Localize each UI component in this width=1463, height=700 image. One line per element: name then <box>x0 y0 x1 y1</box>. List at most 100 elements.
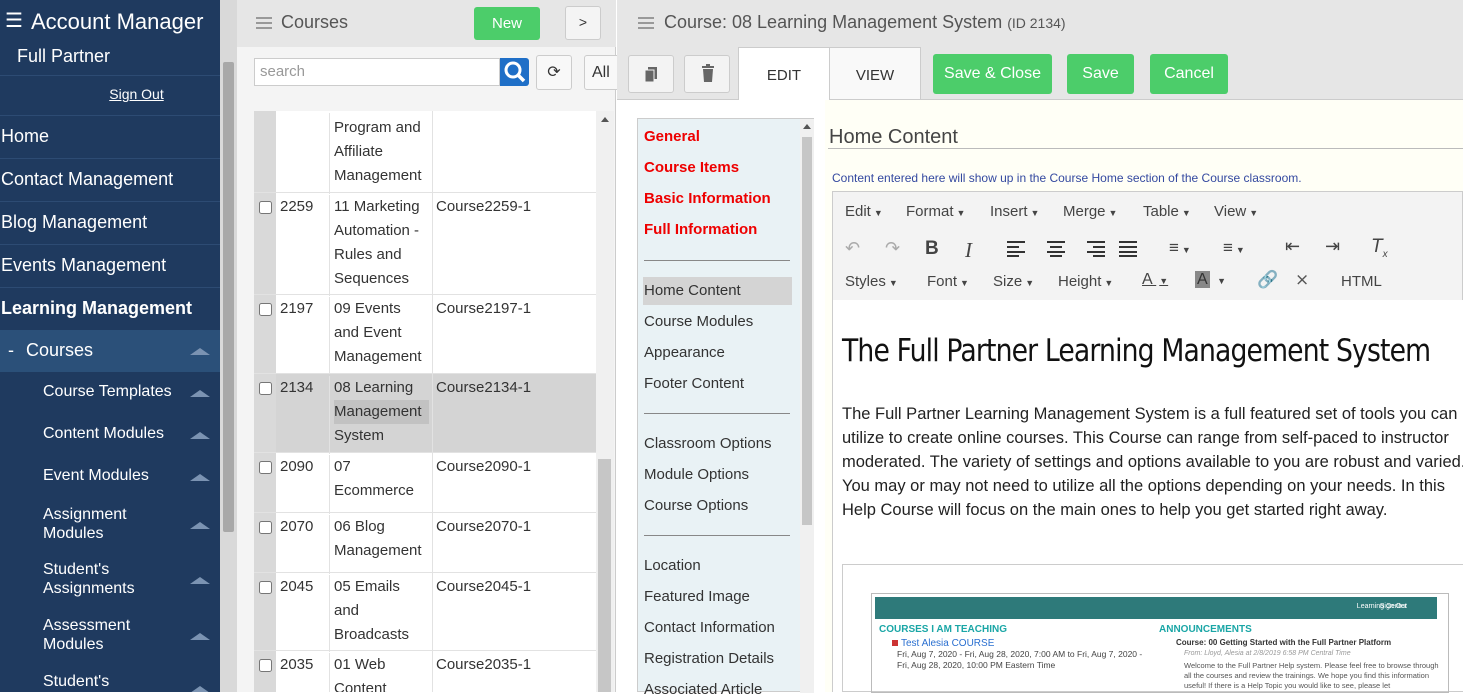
nav-assignment-modules[interactable]: Assignment Modules <box>0 505 170 543</box>
cancel-button[interactable]: Cancel <box>1150 54 1228 94</box>
nav-event-modules[interactable]: Event Modules <box>0 466 220 485</box>
align-icons[interactable] <box>1007 241 1137 257</box>
tab-view[interactable]: VIEW <box>829 47 921 100</box>
new-course-button[interactable]: New <box>474 7 540 40</box>
text-color-icon[interactable]: A ▼ <box>1142 271 1168 289</box>
section-registration-details[interactable]: Registration Details <box>644 649 774 669</box>
search-input[interactable]: search <box>254 58 500 86</box>
nav-course-templates[interactable]: Course Templates <box>0 382 220 401</box>
menu-edit[interactable]: Edit ▼ <box>845 203 883 220</box>
section-appearance[interactable]: Appearance <box>644 343 725 363</box>
delete-button[interactable] <box>684 55 730 93</box>
numbered-list-icon[interactable]: ≡ ▼ <box>1223 238 1245 258</box>
nav-learning-management[interactable]: Learning Management <box>0 287 220 330</box>
nav-students-assignments[interactable]: Student's Assignments <box>0 560 220 598</box>
nav-students[interactable]: Student's <box>0 672 220 691</box>
section-classroom-options[interactable]: Classroom Options <box>644 434 772 454</box>
menu-insert[interactable]: Insert ▼ <box>990 203 1039 220</box>
section-content: Home Content Content entered here will s… <box>825 100 1463 693</box>
doc-paragraph: The Full Partner Learning Management Sys… <box>842 405 1463 519</box>
row-checkbox[interactable] <box>259 461 272 474</box>
sidebar-scrollbar[interactable] <box>220 0 237 692</box>
save-button[interactable]: Save <box>1067 54 1134 94</box>
section-featured-image[interactable]: Featured Image <box>644 587 750 607</box>
section-course-options[interactable]: Course Options <box>644 496 748 516</box>
undo-icon[interactable]: ↶ <box>845 238 860 259</box>
nav-home[interactable]: Home <box>0 115 220 158</box>
nav-courses[interactable]: - Courses <box>0 330 220 372</box>
row-checkbox[interactable] <box>259 382 272 395</box>
nav-events-management[interactable]: Events Management <box>0 244 220 287</box>
section-course-items[interactable]: Course Items <box>644 158 739 178</box>
section-associated-article[interactable]: Associated Article <box>644 680 762 700</box>
section-nav: General Course Items Basic Information F… <box>637 118 814 698</box>
nav-label: Assignment Modules <box>43 506 127 542</box>
row-checkbox[interactable] <box>259 303 272 316</box>
table-row[interactable]: 2259 11 Marketing Automation - Rules and Se… <box>254 193 597 296</box>
section-footer-content[interactable]: Footer Content <box>644 374 744 394</box>
unlink-icon[interactable]: ⨯ <box>1295 270 1309 290</box>
table-row-selected[interactable]: 2134 08 Learning Management System Course2… <box>254 374 597 454</box>
menu-format[interactable]: Format ▼ <box>906 203 965 220</box>
tab-edit[interactable]: EDIT <box>738 47 830 101</box>
panel-menu-icon[interactable] <box>256 17 272 29</box>
table-row[interactable]: 2045 05 Emails and Broadcasts Course2045-1 <box>254 573 597 652</box>
section-module-options[interactable]: Module Options <box>644 465 749 485</box>
row-code: Course2070-1 <box>432 513 531 572</box>
background-color-icon[interactable]: A ▼ <box>1195 271 1226 289</box>
nav-content-modules[interactable]: Content Modules <box>0 424 220 443</box>
section-general[interactable]: General <box>644 127 700 147</box>
outdent-icon[interactable]: ⇤ <box>1285 236 1300 257</box>
menu-size[interactable]: Size ▼ <box>993 273 1034 290</box>
bullet-list-icon[interactable]: ≡ ▼ <box>1169 238 1191 258</box>
all-filter-button[interactable]: All <box>584 55 620 90</box>
table-row[interactable]: 2070 06 Blog Management Course2070-1 <box>254 513 597 574</box>
copy-button[interactable] <box>628 55 674 93</box>
menu-font[interactable]: Font ▼ <box>927 273 969 290</box>
refresh-button[interactable]: ⟳ <box>536 55 572 90</box>
menu-merge[interactable]: Merge ▼ <box>1063 203 1117 220</box>
editor-menu-icon[interactable] <box>638 17 654 29</box>
clear-format-icon[interactable]: Tx <box>1371 236 1388 260</box>
bold-icon[interactable]: B <box>925 238 939 260</box>
nav-contact-management[interactable]: Contact Management <box>0 158 220 201</box>
html-button[interactable]: HTML <box>1341 273 1382 290</box>
row-id <box>278 113 330 194</box>
section-contact-information[interactable]: Contact Information <box>644 618 775 638</box>
table-scrollbar[interactable] <box>596 111 614 692</box>
expand-button[interactable]: > <box>565 6 601 40</box>
table-row[interactable]: Program and Affiliate Management <box>254 111 597 194</box>
menu-icon[interactable]: ☰ <box>5 10 23 32</box>
search-button[interactable] <box>500 58 529 86</box>
link-icon[interactable]: 🔗 <box>1257 270 1278 290</box>
table-row[interactable]: 2197 09 Events and Event Management Course… <box>254 295 597 375</box>
section-home-content[interactable]: Home Content <box>643 277 792 305</box>
triangle-icon <box>190 348 210 355</box>
menu-height[interactable]: Height ▼ <box>1058 273 1113 290</box>
indent-icon[interactable]: ⇥ <box>1325 236 1340 257</box>
scroll-up-icon[interactable] <box>803 124 811 129</box>
nav-blog-management[interactable]: Blog Management <box>0 201 220 244</box>
nav-assessment-modules[interactable]: Assessment Modules <box>0 616 220 654</box>
italic-icon[interactable]: I <box>965 238 972 263</box>
section-basic-information[interactable]: Basic Information <box>644 189 771 209</box>
section-location[interactable]: Location <box>644 556 701 576</box>
row-checkbox[interactable] <box>259 581 272 594</box>
section-course-modules[interactable]: Course Modules <box>644 312 753 332</box>
row-checkbox[interactable] <box>259 201 272 214</box>
menu-view[interactable]: View ▼ <box>1214 203 1258 220</box>
scroll-up-icon[interactable] <box>601 117 609 122</box>
row-checkbox[interactable] <box>259 659 272 672</box>
menu-table[interactable]: Table ▼ <box>1143 203 1191 220</box>
sign-out-link[interactable]: Sign Out <box>0 86 220 102</box>
redo-icon[interactable]: ↷ <box>885 238 900 259</box>
section-nav-scrollbar[interactable] <box>800 119 814 693</box>
section-full-information[interactable]: Full Information <box>644 220 757 240</box>
save-close-button[interactable]: Save & Close <box>933 54 1052 94</box>
scroll-thumb[interactable] <box>598 459 611 692</box>
table-row[interactable]: 2035 01 Web Content Course2035-1 <box>254 651 597 692</box>
document-area[interactable]: The Full Partner Learning Management Sys… <box>832 300 1463 693</box>
row-checkbox[interactable] <box>259 521 272 534</box>
table-row[interactable]: 2090 07 Ecommerce Course2090-1 <box>254 453 597 514</box>
menu-styles[interactable]: Styles ▼ <box>845 273 898 290</box>
